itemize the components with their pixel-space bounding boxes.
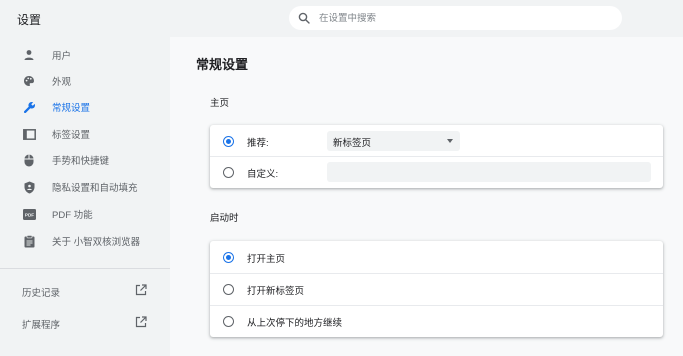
homepage-select[interactable]: 新标签页 [327,131,460,151]
external-link-icon [135,316,147,328]
radio-continue-where-left[interactable] [223,316,234,327]
startup-option-label: 从上次停下的地方继续 [247,318,343,329]
tab-icon [22,127,36,141]
sidebar-item-general[interactable]: 常规设置 [0,94,170,120]
dropdown-caret-icon [447,139,453,143]
section-title-homepage: 主页 [210,98,230,109]
radio-open-new-tab[interactable] [223,284,234,295]
pdf-icon: PDF [22,207,36,221]
app-title: 设置 [17,13,42,27]
sidebar-divider [0,268,170,269]
mouse-icon [22,153,36,167]
sidebar-item-label: PDF 功能 [52,210,93,221]
sidebar-link-label: 历史记录 [22,288,61,299]
svg-text:PDF: PDF [24,212,33,217]
radio-open-homepage[interactable] [223,252,234,263]
sidebar-link-label: 扩展程序 [22,320,61,331]
sidebar-item-users[interactable]: 用户 [0,42,170,68]
sidebar-item-label: 常规设置 [52,103,91,114]
homepage-custom-row[interactable]: 自定义: [210,156,663,188]
external-link-icon [135,284,147,296]
custom-url-input[interactable] [327,162,651,182]
sidebar-item-pdf[interactable]: PDF PDF 功能 [0,201,170,227]
sidebar-item-about[interactable]: 关于 小智双核浏览器 [0,228,170,254]
sidebar-link-history[interactable]: 历史记录 [0,278,170,304]
startup-card: 打开主页 打开新标签页 从上次停下的地方继续 [210,241,663,337]
startup-option-row[interactable]: 从上次停下的地方继续 [210,305,663,337]
sidebar-item-label: 隐私设置和自动填充 [52,183,138,194]
homepage-select-value: 新标签页 [333,138,372,149]
startup-option-row[interactable]: 打开新标签页 [210,273,663,305]
radio-recommend[interactable] [223,136,234,147]
sidebar-item-gestures[interactable]: 手势和快捷键 [0,147,170,173]
search-input[interactable] [319,12,609,24]
sidebar-link-extensions[interactable]: 扩展程序 [0,310,170,336]
clipboard-icon [22,234,36,248]
sidebar-item-appearance[interactable]: 外观 [0,68,170,94]
startup-option-label: 打开主页 [247,254,286,265]
homepage-card: 推荐: 新标签页 自定义: [210,125,663,188]
palette-icon [22,74,36,88]
sidebar-item-privacy[interactable]: 隐私设置和自动填充 [0,174,170,200]
sidebar-item-label: 标签设置 [52,130,91,141]
sidebar-item-label: 外观 [52,77,72,88]
homepage-recommend-row[interactable]: 推荐: 新标签页 [210,125,663,157]
sidebar-item-label: 用户 [52,51,72,62]
sidebar-item-label: 关于 小智双核浏览器 [52,237,141,248]
radio-custom[interactable] [223,167,234,178]
top-bar: 设置 [0,0,683,37]
startup-option-label: 打开新标签页 [247,286,305,297]
sidebar: 用户 外观 常规设置 标签设置 手势和快捷键 隐私设置和自动填充 PDF PDF… [0,37,170,356]
wrench-icon [22,100,36,114]
page-title: 常规设置 [196,57,249,72]
search-box[interactable] [289,6,622,30]
section-title-startup: 启动时 [210,213,239,224]
search-icon [298,12,310,24]
person-icon [22,48,36,62]
sidebar-item-label: 手势和快捷键 [52,156,110,167]
recommend-label: 推荐: [247,138,269,149]
startup-option-row[interactable]: 打开主页 [210,241,663,273]
sidebar-item-tabs[interactable]: 标签设置 [0,121,170,147]
main-panel: 常规设置 主页 推荐: 新标签页 自定义: 启动时 打开主页 打开新标签页 从上… [170,37,683,356]
shield-icon [22,180,36,194]
custom-label: 自定义: [247,169,279,180]
